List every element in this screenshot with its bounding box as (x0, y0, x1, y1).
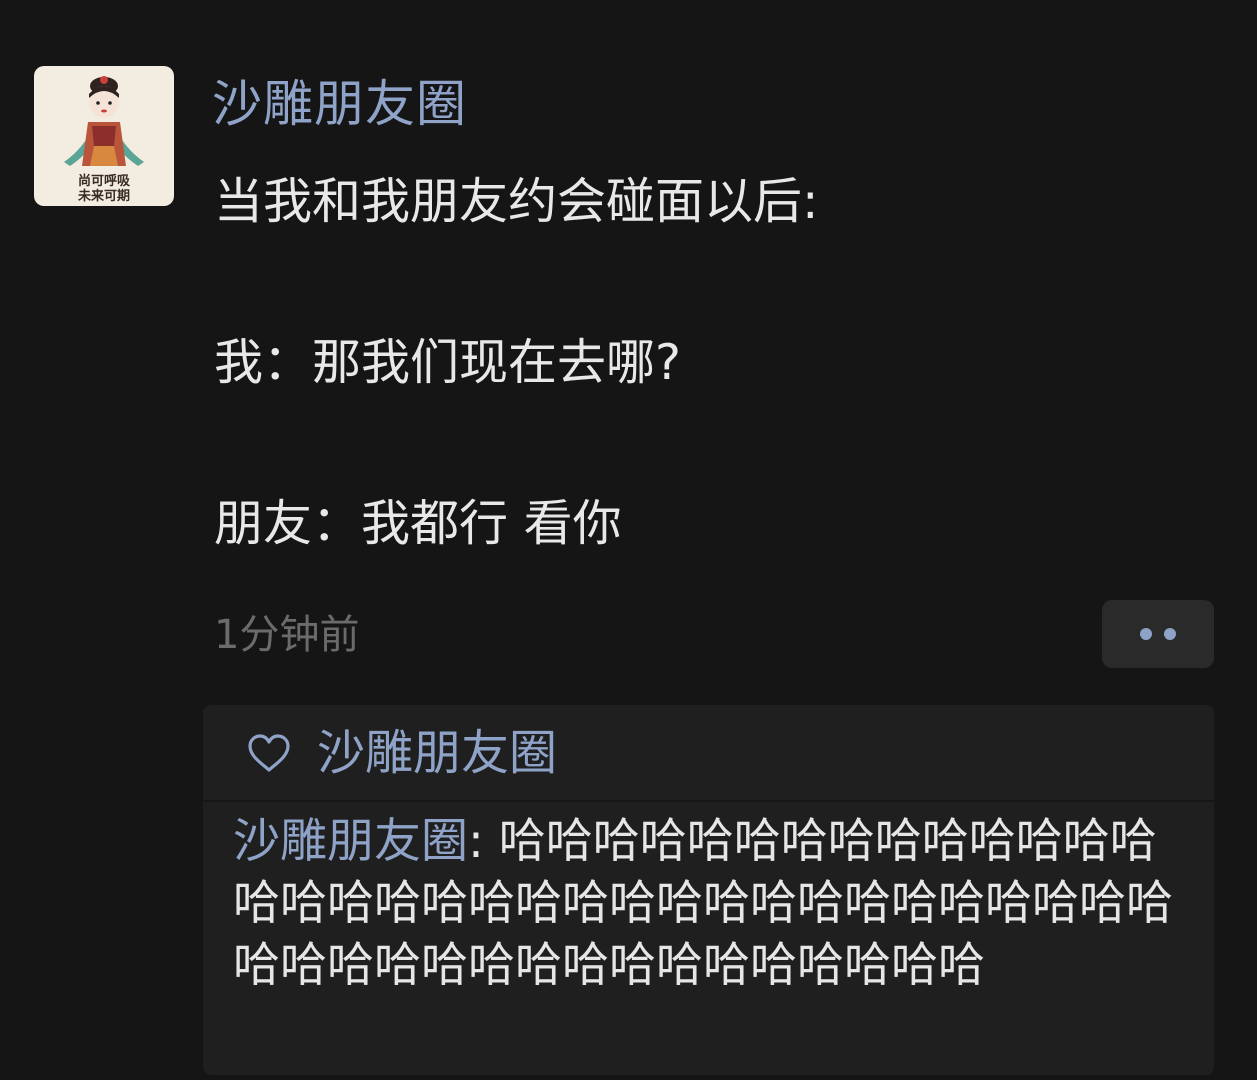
post-timestamp: 1分钟前 (214, 612, 360, 658)
more-dots-icon (1164, 628, 1176, 640)
post-text-me-line: 我：那我们现在去哪? (214, 334, 682, 391)
avatar[interactable]: 尚可呼吸 未来可期 (34, 66, 174, 206)
avatar-caption-line2: 未来可期 (77, 189, 130, 204)
post-text-friend-line: 朋友：我都行 看你 (214, 495, 622, 552)
heart-icon (248, 734, 290, 772)
post-text-intro: 当我和我朋友约会碰面以后: (214, 173, 819, 230)
avatar-caption-line1: 尚可呼吸 (77, 174, 130, 189)
more-actions-button[interactable] (1102, 600, 1214, 668)
more-dots-icon (1140, 628, 1152, 640)
comment-separator: : (468, 814, 499, 869)
comment-author[interactable]: 沙雕朋友圈 (233, 814, 468, 869)
comment[interactable]: 沙雕朋友圈: 哈哈哈哈哈哈哈哈哈哈哈哈哈哈哈哈哈哈哈哈哈哈哈哈哈哈哈哈哈哈哈哈哈… (233, 811, 1188, 997)
post-username[interactable]: 沙雕朋友圈 (212, 74, 467, 134)
like-username[interactable]: 沙雕朋友圈 (317, 723, 557, 783)
reactions-panel: 沙雕朋友圈 沙雕朋友圈: 哈哈哈哈哈哈哈哈哈哈哈哈哈哈哈哈哈哈哈哈哈哈哈哈哈哈哈… (203, 705, 1214, 1075)
likes-row: 沙雕朋友圈 (203, 705, 1214, 802)
